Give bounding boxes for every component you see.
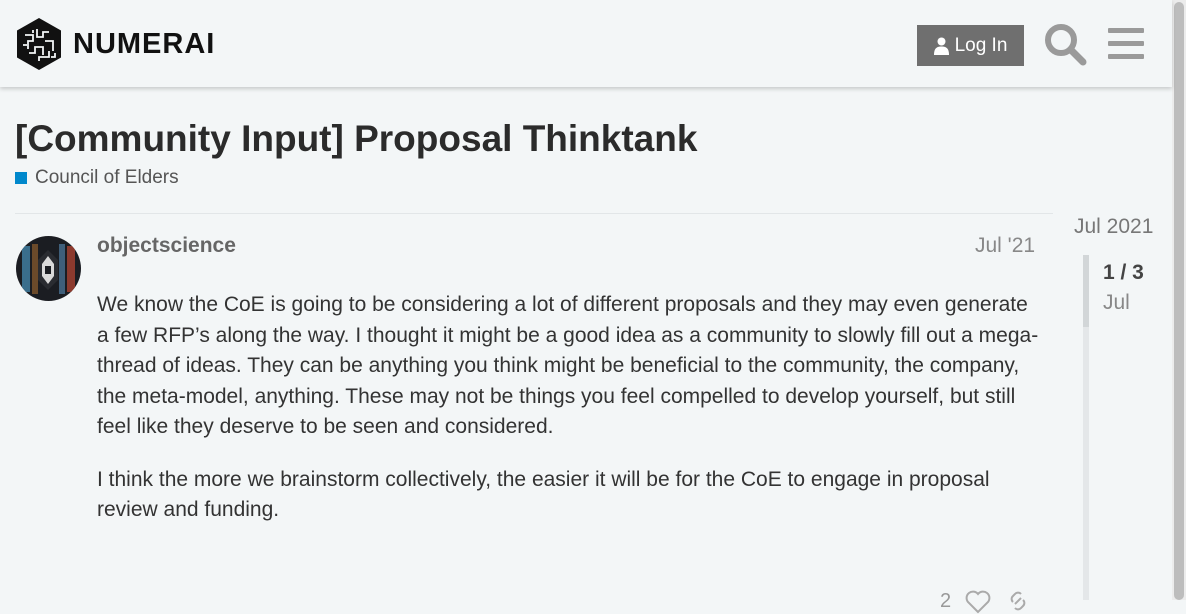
user-icon xyxy=(933,37,949,55)
category-label: Council of Elders xyxy=(35,167,179,188)
post-author[interactable]: objectscience xyxy=(97,234,236,258)
post-content: We know the CoE is going to be consideri… xyxy=(97,290,1042,548)
category-badge[interactable]: Council of Elders xyxy=(15,167,179,189)
topic-title[interactable]: [Community Input] Proposal Thinktank xyxy=(15,118,697,160)
numerai-logo-icon xyxy=(17,18,61,70)
login-label: Log In xyxy=(954,34,1008,56)
category-color-swatch xyxy=(15,172,27,184)
avatar-image xyxy=(16,236,81,301)
like-count: 2 xyxy=(940,590,952,612)
post-paragraph: We know the CoE is going to be consideri… xyxy=(97,293,1039,438)
search-icon[interactable] xyxy=(1043,22,1087,66)
post-paragraph: I think the more we brainstorm collectiv… xyxy=(97,467,990,522)
post-date[interactable]: Jul '21 xyxy=(975,234,1035,258)
login-button[interactable]: Log In xyxy=(917,25,1024,66)
avatar[interactable] xyxy=(16,236,81,301)
hamburger-menu-icon[interactable] xyxy=(1104,22,1148,66)
logo-text: NUMERAI xyxy=(73,27,216,60)
timeline-handle[interactable] xyxy=(1083,255,1089,327)
site-logo[interactable]: NUMERAI xyxy=(15,17,215,71)
timeline-start-date[interactable]: Jul 2021 xyxy=(1074,215,1153,239)
heart-icon[interactable] xyxy=(965,590,991,614)
post-actions: 2 xyxy=(940,590,1031,614)
site-header: NUMERAI Log In xyxy=(0,0,1172,87)
topic-divider xyxy=(15,213,1053,214)
timeline-post-counter: 1 / 3 xyxy=(1103,261,1144,284)
timeline-current-month: Jul xyxy=(1103,291,1130,314)
link-icon[interactable] xyxy=(1005,590,1031,614)
scrollbar-thumb[interactable] xyxy=(1174,2,1184,600)
